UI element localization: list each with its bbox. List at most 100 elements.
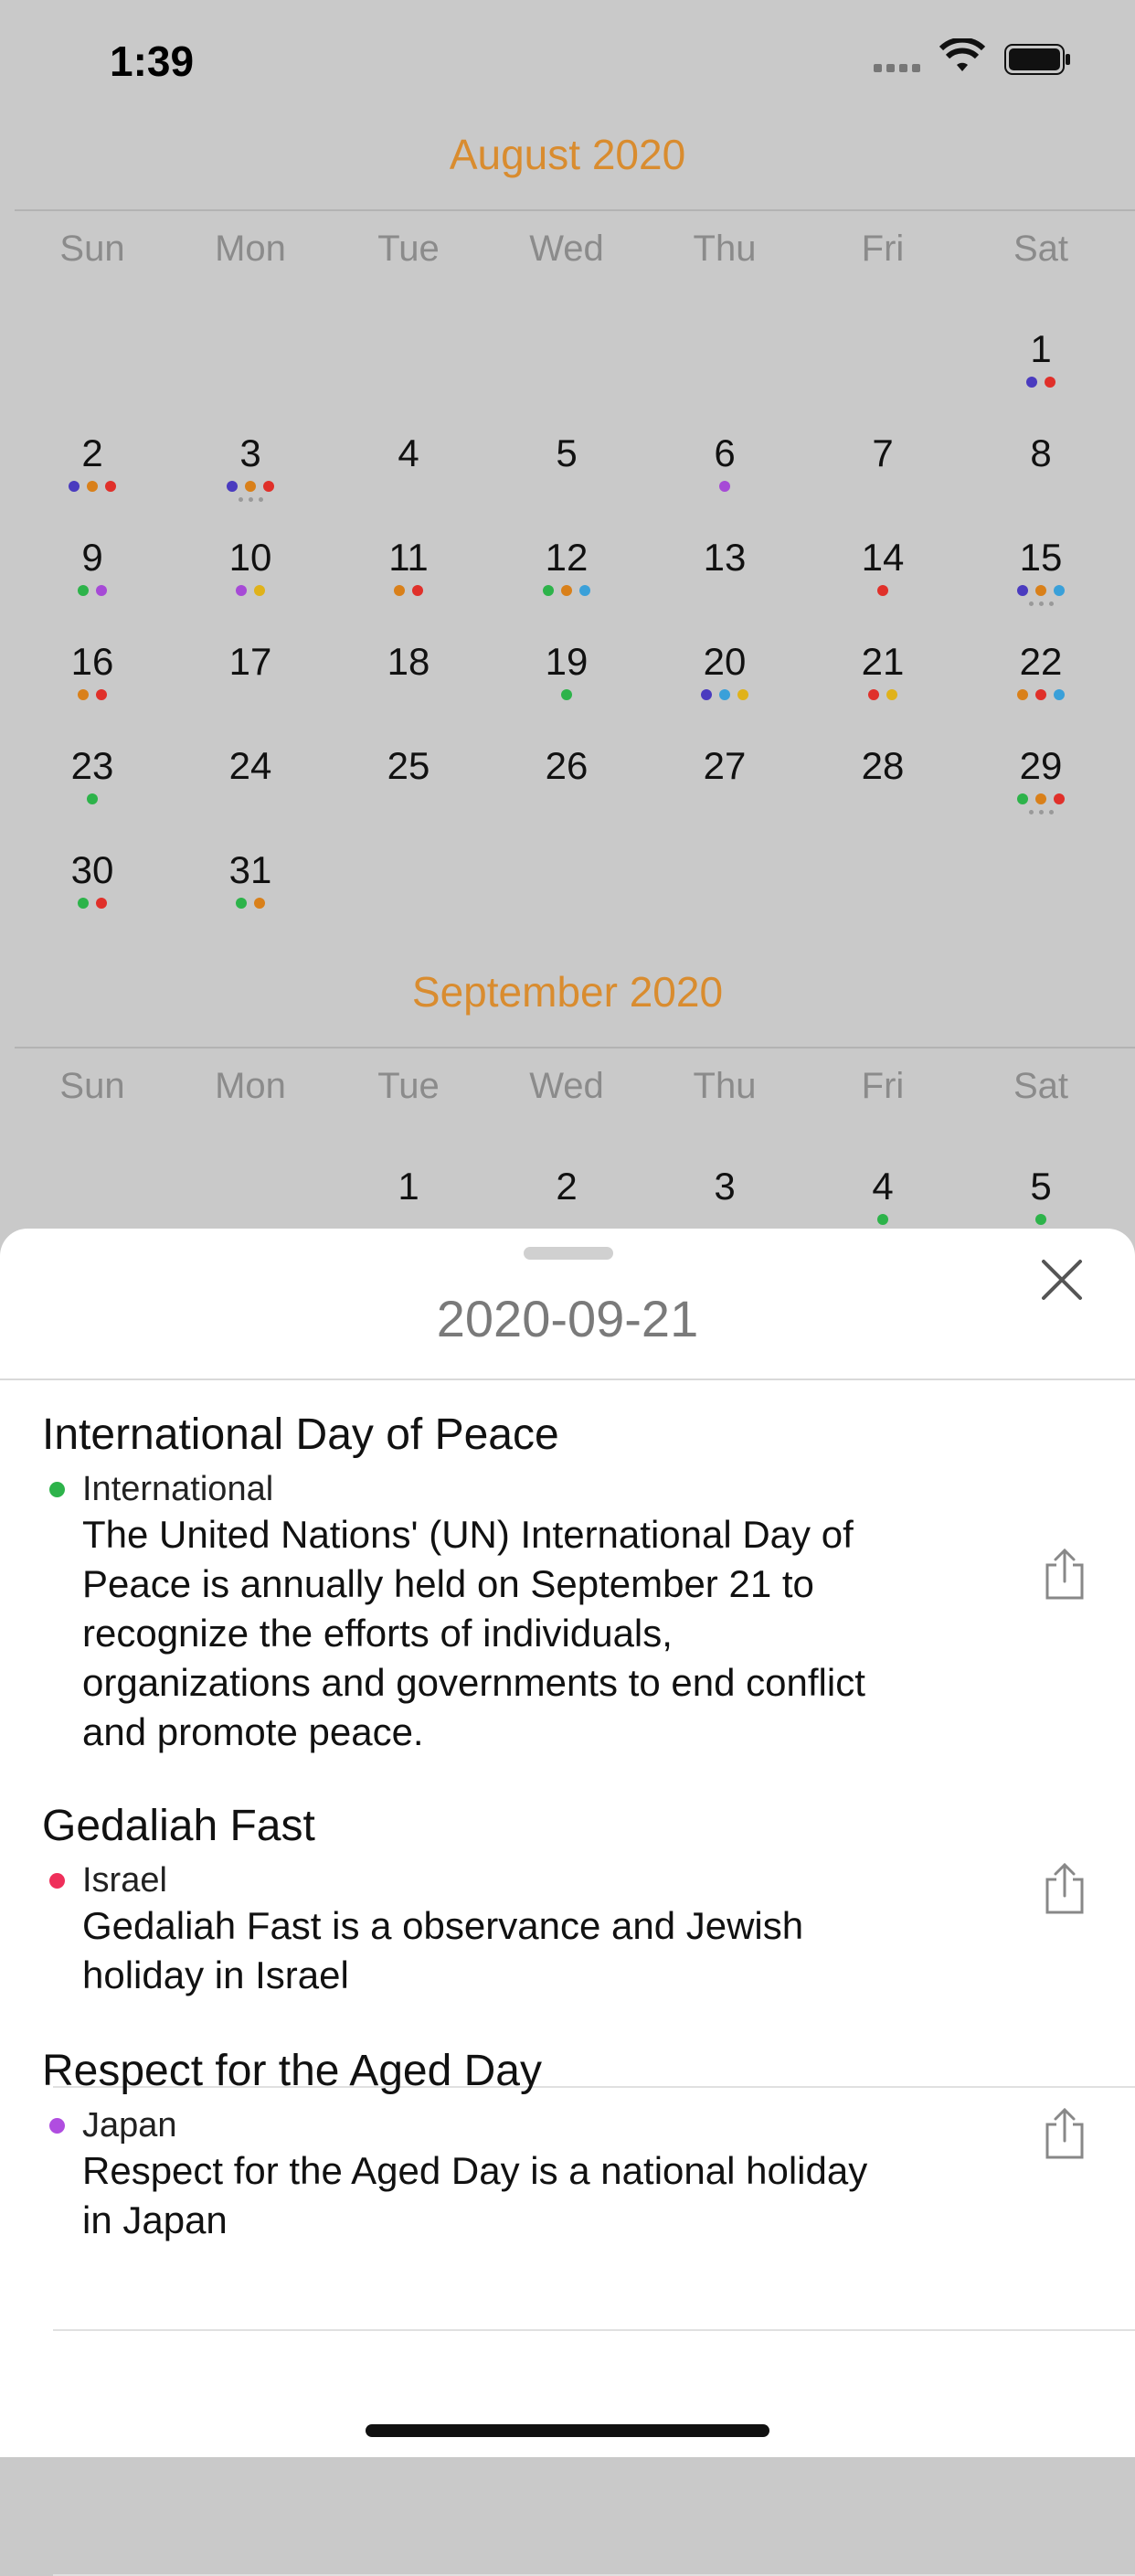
weekday-label: Fri [861,1066,905,1106]
day-number: 25 [387,744,430,787]
calendar-day[interactable]: 31 [171,848,330,940]
sheet-grabber[interactable] [524,1247,613,1260]
event-dot [561,585,572,596]
day-number: 2 [81,431,103,474]
calendar-day[interactable]: 16 [13,640,172,731]
description-line: in Japan [82,2198,228,2241]
event-country: International [82,1470,274,1508]
calendar-day[interactable]: 1 [961,327,1120,419]
calendar-day[interactable]: 3 [171,431,330,523]
calendar-day[interactable]: 6 [645,431,804,523]
calendar-day[interactable]: 17 [171,640,330,731]
event-dots [487,793,646,804]
calendar-day[interactable]: 11 [329,536,488,627]
day-number: 1 [398,1165,419,1208]
event-dots [487,585,646,596]
event-dots [329,585,488,596]
day-number: 8 [1030,431,1052,474]
event-dot [105,481,116,492]
calendar-day[interactable]: 19 [487,640,646,731]
calendar-day[interactable]: 20 [645,640,804,731]
day-number: 21 [861,640,905,683]
event-dots [645,793,804,804]
weekday-label: Tue [377,1066,440,1106]
calendar-day[interactable]: 23 [13,744,172,836]
calendar-day[interactable]: 5 [487,431,646,523]
event-dot [1054,689,1065,700]
event-dots [13,793,172,804]
calendar-day[interactable]: 2 [13,431,172,523]
event-dot [87,793,98,804]
event-dots [171,689,330,700]
event-dot [254,585,265,596]
event-dot [579,585,590,596]
calendar-day[interactable]: 26 [487,744,646,836]
event-dot [868,689,879,700]
calendar-day[interactable]: 10 [171,536,330,627]
event-dots [171,793,330,804]
event-dot [719,689,730,700]
event-dots [645,689,804,700]
event-dot [1017,689,1028,700]
calendar-day[interactable]: 14 [803,536,962,627]
calendar-day[interactable]: 7 [803,431,962,523]
description-line: organizations and governments to end con… [82,1661,865,1704]
calendar-day[interactable]: 12 [487,536,646,627]
day-number: 31 [228,848,272,891]
event-title: International Day of Peace [42,1410,559,1459]
weekday-label: Tue [377,229,440,269]
event-dots [645,585,804,596]
day-number: 6 [714,431,736,474]
event-dots [961,377,1120,388]
sheet-divider [0,1378,1135,1380]
weekday-label: Wed [529,1066,604,1106]
calendar-day[interactable]: 9 [13,536,172,627]
event-description: Gedaliah Fast is a observance and Jewish… [82,1901,960,2000]
event-dot [701,689,712,700]
day-number: 3 [239,431,261,474]
event-dot [1035,793,1046,804]
more-events-indicator [961,810,1120,814]
description-line: recognize the efforts of individuals, [82,1612,673,1655]
event-dot [737,689,748,700]
event-country: Japan [82,2106,177,2145]
calendar-day[interactable]: 15 [961,536,1120,627]
day-number: 17 [228,640,272,683]
event-dot [78,585,89,596]
calendar-day[interactable]: 8 [961,431,1120,523]
battery-icon [1004,44,1070,75]
weekday-label: Fri [861,229,905,269]
calendar-day[interactable]: 30 [13,848,172,940]
description-line: holiday in Israel [82,1953,349,1996]
weekday-header: Sun Mon Tue Wed Thu Fri Sat [0,229,1135,283]
event-dots [487,481,646,492]
calendar-day[interactable]: 24 [171,744,330,836]
weekday-label: Sat [1013,229,1069,269]
event-dots [329,481,488,492]
event-dot [245,481,256,492]
share-icon[interactable] [1042,2106,1087,2161]
event-dot [1054,793,1065,804]
weekday-label: Mon [215,229,286,269]
more-events-indicator [171,497,330,502]
calendar-day[interactable]: 27 [645,744,804,836]
day-number: 23 [70,744,114,787]
event-description: Respect for the Aged Day is a national h… [82,2146,960,2245]
calendar-day[interactable]: 22 [961,640,1120,731]
day-number: 4 [398,431,419,474]
calendar-day[interactable]: 21 [803,640,962,731]
calendar-day[interactable]: 29 [961,744,1120,836]
day-number: 29 [1019,744,1063,787]
calendar-day[interactable]: 28 [803,744,962,836]
event-dots [645,1214,804,1225]
calendar-day[interactable]: 18 [329,640,488,731]
calendar-day[interactable]: 13 [645,536,804,627]
event-dots [803,689,962,700]
event-dot [227,481,238,492]
calendar-day[interactable]: 25 [329,744,488,836]
calendar-day[interactable]: 4 [329,431,488,523]
event-dots [961,1214,1120,1225]
share-icon[interactable] [1042,1547,1087,1602]
share-icon[interactable] [1042,1861,1087,1916]
country-color-dot [49,2118,65,2134]
